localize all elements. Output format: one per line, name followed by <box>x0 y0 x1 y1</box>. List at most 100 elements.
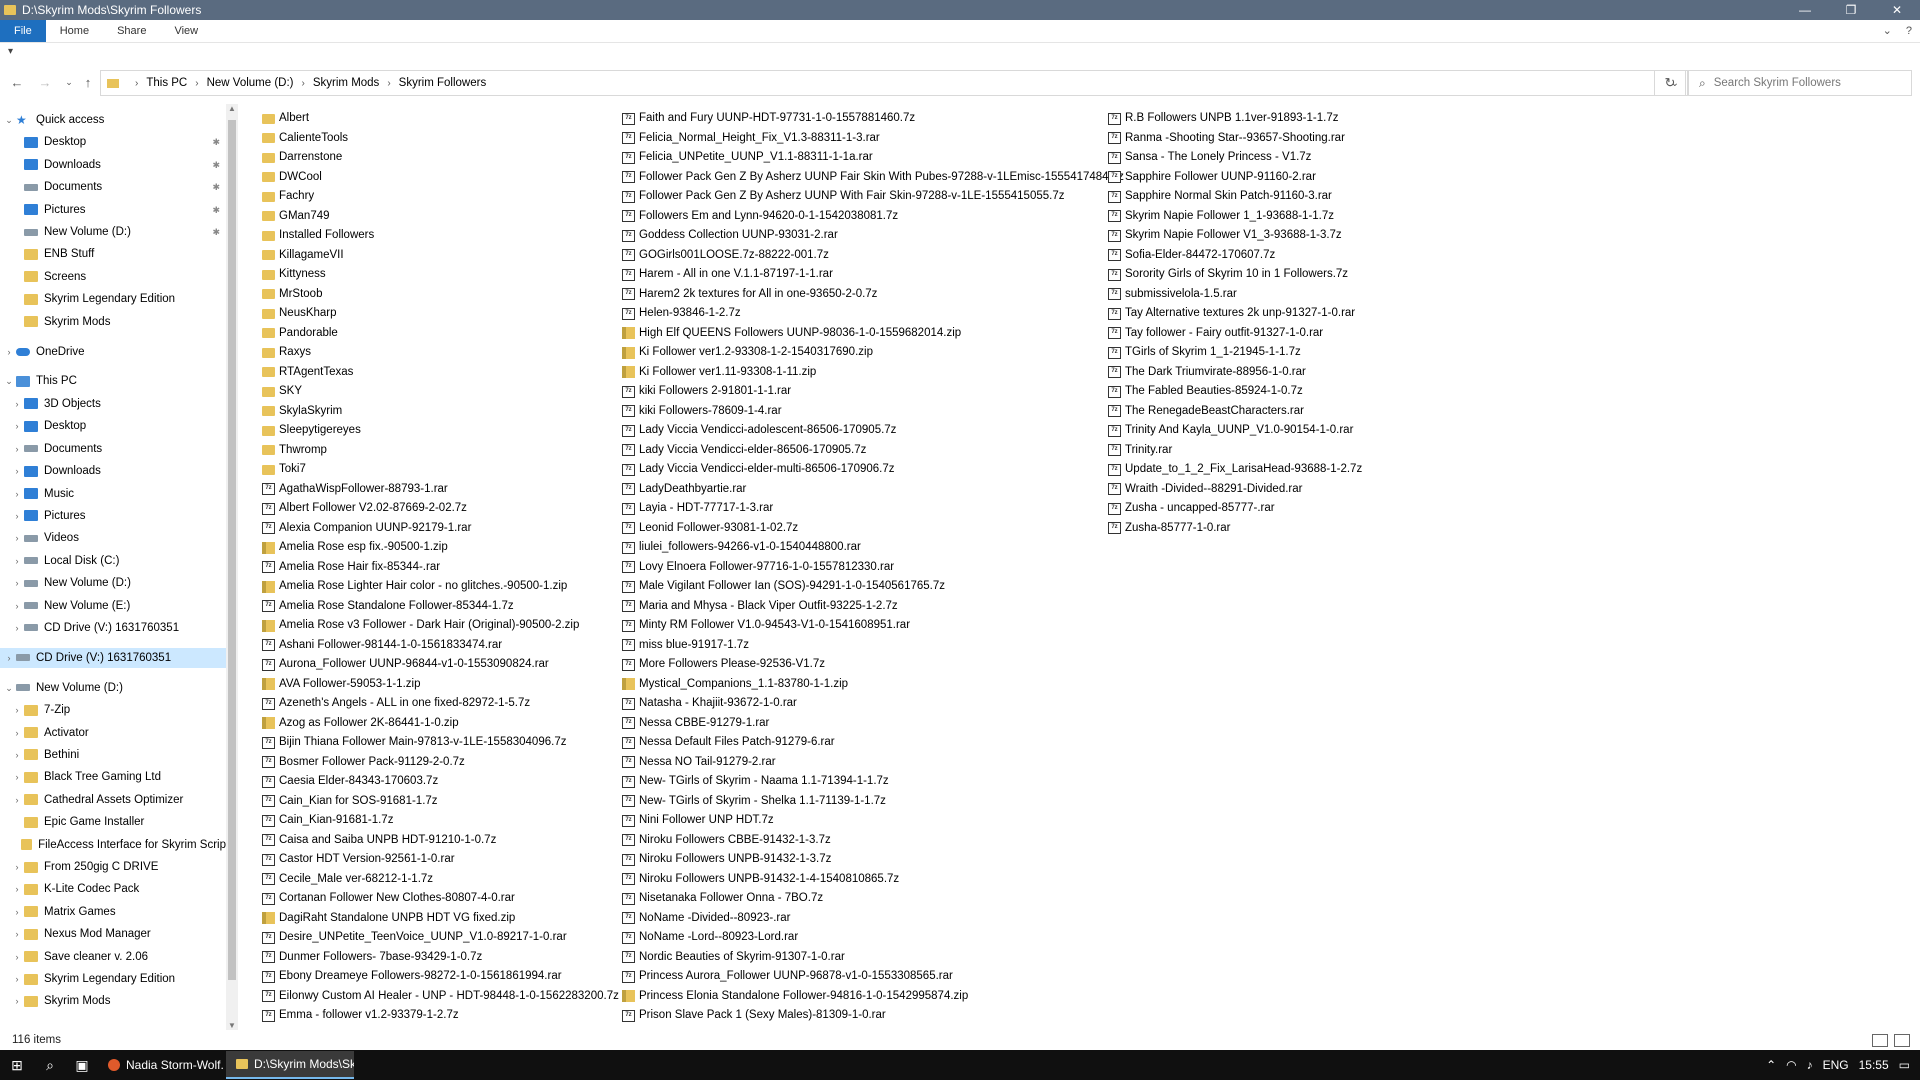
file-item[interactable]: 7z Helen-93846-1-2.7z <box>622 304 1124 324</box>
file-item[interactable]: SkylaSkyrim <box>262 402 619 422</box>
sidebar-item[interactable]: ⌄ New Volume (D:) <box>0 678 226 698</box>
file-item[interactable]: 7z Castor HDT Version-92561-1-0.rar <box>262 850 619 870</box>
sidebar-item[interactable]: ENB Stuff <box>0 244 226 264</box>
chevron-right-icon[interactable]: › <box>10 484 24 504</box>
clock[interactable]: 15:55 <box>1859 1058 1889 1072</box>
file-item[interactable]: 7z Skyrim Napie Follower V1_3-93688-1-3.7… <box>1108 226 1362 246</box>
file-item[interactable]: NeusKharp <box>262 304 619 324</box>
sidebar-item[interactable]: › K-Lite Codec Pack <box>0 879 226 899</box>
sidebar-item[interactable]: › Save cleaner v. 2.06 <box>0 947 226 967</box>
file-item[interactable]: 7z Albert Follower V2.02-87669-2-02.7z <box>262 499 619 519</box>
chevron-right-icon[interactable]: › <box>135 78 138 89</box>
sidebar-item[interactable]: › OneDrive <box>0 342 226 362</box>
sidebar-item[interactable]: ⌄ ★ Quick access <box>0 110 226 130</box>
tab-share[interactable]: Share <box>103 20 160 42</box>
breadcrumb-skyrim-followers[interactable]: Skyrim Followers <box>399 77 487 89</box>
chevron-right-icon[interactable]: › <box>10 924 24 944</box>
sidebar-item[interactable]: › Matrix Games <box>0 902 226 922</box>
details-view-icon[interactable] <box>1872 1034 1888 1047</box>
language-indicator[interactable]: ENG <box>1823 1058 1849 1072</box>
file-item[interactable]: 7z Wraith -Divided--88291-Divided.rar <box>1108 480 1362 500</box>
file-item[interactable]: DWCool <box>262 168 619 188</box>
taskbar-app-explorer[interactable]: D:\Skyrim Mods\Skyri... <box>226 1051 354 1079</box>
back-button[interactable]: ← <box>6 75 28 90</box>
file-item[interactable]: 7z kiki Followers-78609-1-4.rar <box>622 402 1124 422</box>
scroll-up-icon[interactable]: ▲ <box>226 104 238 113</box>
sidebar-item[interactable]: Skyrim Mods <box>0 312 226 332</box>
chevron-right-icon[interactable]: › <box>10 767 24 787</box>
file-item[interactable]: 7z Goddess Collection UUNP-93031-2.rar <box>622 226 1124 246</box>
file-item[interactable]: 7z AgathaWispFollower-88793-1.rar <box>262 480 619 500</box>
chevron-right-icon[interactable]: › <box>10 857 24 877</box>
file-item[interactable]: Ki Follower ver1.11-93308-1-11.zip <box>622 363 1124 383</box>
chevron-right-icon[interactable]: › <box>10 902 24 922</box>
sidebar-item[interactable]: › 7-Zip <box>0 700 226 720</box>
scroll-down-icon[interactable]: ▼ <box>226 1021 238 1030</box>
file-item[interactable]: Albert <box>262 109 619 129</box>
file-item[interactable]: 7z LadyDeathbyartie.rar <box>622 480 1124 500</box>
windows-start-icon[interactable]: ⊞ <box>0 1057 34 1074</box>
file-item[interactable]: 7z Amelia Rose Standalone Follower-85344-… <box>262 597 619 617</box>
sidebar-item[interactable]: › Black Tree Gaming Ltd <box>0 767 226 787</box>
file-item[interactable]: 7z Nisetanaka Follower Onna - 7BO.7z <box>622 889 1124 909</box>
chevron-right-icon[interactable]: › <box>10 723 24 743</box>
sidebar-item[interactable]: Pictures ✱ <box>0 200 226 220</box>
file-item[interactable]: 7z Ashani Follower-98144-1-0-1561833474.r… <box>262 636 619 656</box>
file-item[interactable]: Amelia Rose v3 Follower - Dark Hair (Ori… <box>262 616 619 636</box>
tab-view[interactable]: View <box>160 20 212 42</box>
file-item[interactable]: 7z Amelia Rose Hair fix-85344-.rar <box>262 558 619 578</box>
network-icon[interactable]: ◠ <box>1786 1058 1796 1072</box>
sidebar-item[interactable]: › Local Disk (C:) <box>0 551 226 571</box>
file-item[interactable]: 7z Sansa - The Lonely Princess - V1.7z <box>1108 148 1362 168</box>
chevron-right-icon[interactable]: › <box>195 78 198 89</box>
address-bar[interactable]: › This PC › New Volume (D:) › Skyrim Mod… <box>100 70 1688 96</box>
file-item[interactable]: 7z The RenegadeBeastCharacters.rar <box>1108 402 1362 422</box>
file-item[interactable]: 7z NoName -Divided--80923-.rar <box>622 909 1124 929</box>
file-item[interactable]: 7z Cecile_Male ver-68212-1-1.7z <box>262 870 619 890</box>
breadcrumb-skyrim-mods[interactable]: Skyrim Mods <box>313 77 379 89</box>
file-item[interactable]: Thwromp <box>262 441 619 461</box>
file-item[interactable]: 7z Male Vigilant Follower Ian (SOS)-94291… <box>622 577 1124 597</box>
sidebar-item[interactable]: › Bethini <box>0 745 226 765</box>
file-item[interactable]: 7z Nessa CBBE-91279-1.rar <box>622 714 1124 734</box>
chevron-right-icon[interactable]: › <box>2 648 16 668</box>
file-item[interactable]: 7z NoName -Lord--80923-Lord.rar <box>622 928 1124 948</box>
file-item[interactable]: High Elf QUEENS Followers UUNP-98036-1-0… <box>622 324 1124 344</box>
file-item[interactable]: 7z Eilonwy Custom AI Healer - UNP - HDT-9… <box>262 987 619 1007</box>
file-item[interactable]: 7z submissivelola-1.5.rar <box>1108 285 1362 305</box>
chevron-right-icon[interactable]: › <box>10 700 24 720</box>
file-item[interactable]: 7z Sapphire Normal Skin Patch-91160-3.rar <box>1108 187 1362 207</box>
file-item[interactable]: CalienteTools <box>262 129 619 149</box>
sidebar-item[interactable]: Screens <box>0 267 226 287</box>
file-item[interactable]: 7z miss blue-91917-1.7z <box>622 636 1124 656</box>
quick-access-toolbar-dropdown[interactable]: ▾ <box>8 46 13 57</box>
sidebar-item[interactable]: FileAccess Interface for Skyrim Scrip <box>0 835 226 855</box>
chevron-right-icon[interactable]: › <box>10 745 24 765</box>
sidebar-item[interactable]: › Skyrim Legendary Edition <box>0 969 226 989</box>
sidebar-item[interactable]: › Downloads <box>0 461 226 481</box>
chevron-down-icon[interactable]: ⌄ <box>2 110 16 130</box>
file-item[interactable]: 7z Cain_Kian for SOS-91681-1.7z <box>262 792 619 812</box>
file-item[interactable]: 7z Zusha - uncapped-85777-.rar <box>1108 499 1362 519</box>
file-item[interactable]: Toki7 <box>262 460 619 480</box>
chevron-right-icon[interactable]: › <box>10 461 24 481</box>
search-icon[interactable]: ⌕ <box>34 1057 66 1074</box>
minimize-button[interactable]: — <box>1782 0 1828 20</box>
chevron-down-icon[interactable]: ⌄ <box>2 371 16 391</box>
sidebar-item[interactable]: Epic Game Installer <box>0 812 226 832</box>
chevron-right-icon[interactable]: › <box>10 416 24 436</box>
maximize-button[interactable]: ❐ <box>1828 0 1874 20</box>
file-item[interactable]: Amelia Rose esp fix.-90500-1.zip <box>262 538 619 558</box>
file-item[interactable]: 7z Harem2 2k textures for All in one-9365… <box>622 285 1124 305</box>
file-item[interactable]: 7z Lady Viccia Vendicci-adolescent-86506-… <box>622 421 1124 441</box>
file-item[interactable]: 7z R.B Followers UNPB 1.1ver-91893-1-1.7z <box>1108 109 1362 129</box>
file-item[interactable]: 7z Skyrim Napie Follower 1_1-93688-1-1.7z <box>1108 207 1362 227</box>
file-item[interactable]: 7z Lady Viccia Vendicci-elder-86506-17090… <box>622 441 1124 461</box>
file-item[interactable]: Kittyness <box>262 265 619 285</box>
volume-icon[interactable]: ♪ <box>1807 1058 1813 1072</box>
file-item[interactable]: 7z Azeneth's Angels - ALL in one fixed-82… <box>262 694 619 714</box>
file-item[interactable]: 7z Caisa and Saiba UNPB HDT-91210-1-0.7z <box>262 831 619 851</box>
close-button[interactable]: ✕ <box>1874 0 1920 20</box>
file-item[interactable]: 7z Nini Follower UNP HDT.7z <box>622 811 1124 831</box>
file-item[interactable]: 7z Layia - HDT-77717-1-3.rar <box>622 499 1124 519</box>
